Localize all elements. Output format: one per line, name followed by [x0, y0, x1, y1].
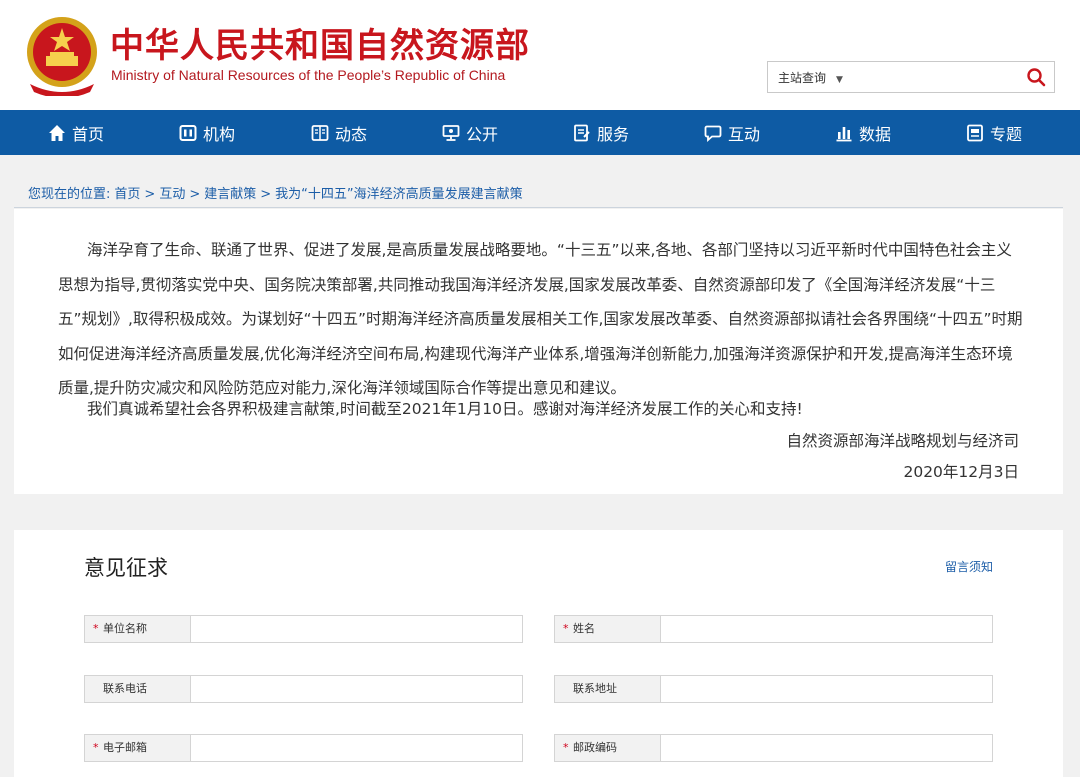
service-icon: [574, 124, 590, 141]
breadcrumb-separator: >: [189, 187, 201, 202]
article-paragraph-2: 我们真诚希望社会各界积极建言献策,时间截至2021年1月10日。感谢对海洋经济发…: [87, 400, 803, 418]
search-scope-label: 主站查询: [778, 71, 827, 85]
field-label: * 姓名: [555, 616, 661, 642]
nav-label: 互动: [728, 124, 761, 144]
field-label: * 单位名称: [85, 616, 191, 642]
field-label: * 电子邮箱: [85, 735, 191, 761]
org-icon: [179, 124, 197, 141]
breadcrumb-separator: >: [144, 187, 156, 202]
email-input[interactable]: [192, 735, 522, 761]
nav-item-interact[interactable]: 互动: [704, 110, 760, 155]
field-label: * 邮政编码: [555, 735, 661, 761]
required-mark: *: [563, 741, 569, 754]
nav-label: 首页: [72, 124, 105, 144]
nav-item-topic[interactable]: 专题: [966, 110, 1022, 155]
article-paragraph-1: 海洋孕育了生命、联通了世界、促进了发展,是高质量发展战略要地。“十三五”以来,各…: [58, 241, 1023, 397]
home-icon: [49, 124, 65, 141]
name-input[interactable]: [662, 616, 992, 642]
nav-item-data[interactable]: 数据: [835, 110, 891, 155]
field-label: 联系地址: [555, 676, 661, 702]
national-emblem-icon: [27, 17, 97, 96]
postcode-input[interactable]: [662, 735, 992, 761]
topic-icon: [967, 124, 983, 141]
field-address: 联系地址: [554, 675, 993, 703]
site-title-en: Ministry of Natural Resources of the Peo…: [111, 67, 506, 83]
breadcrumb-advice[interactable]: 建言献策: [204, 187, 256, 202]
news-icon: [311, 124, 329, 141]
search-box: 主站查询 ▼: [767, 61, 1055, 93]
field-label: 联系电话: [85, 676, 191, 702]
interact-icon: [704, 125, 722, 142]
field-name: * 姓名: [554, 615, 993, 643]
nav-label: 公开: [466, 124, 499, 144]
nav-item-service[interactable]: 服务: [573, 110, 629, 155]
nav-label: 服务: [597, 124, 630, 144]
nav-label: 数据: [859, 124, 892, 144]
notice-link[interactable]: 留言须知: [945, 558, 993, 575]
required-mark: *: [93, 622, 99, 635]
required-mark: *: [563, 622, 569, 635]
feedback-form: 意见征求 留言须知 * 单位名称 * 姓名 联系电话 联系地址 * 电子邮箱 * 邮政编…: [14, 530, 1063, 777]
article-date: 2020年12月3日: [903, 463, 1019, 481]
nav-item-news[interactable]: 动态: [311, 110, 367, 155]
main-nav: 首页 机构 动态 公开 服务 互动 数据 专题: [0, 110, 1080, 155]
article-card: 海洋孕育了生命、联通了世界、促进了发展,是高质量发展战略要地。“十三五”以来,各…: [14, 209, 1063, 494]
site-title-cn: 中华人民共和国自然资源部: [110, 26, 530, 66]
nav-item-public[interactable]: 公开: [442, 110, 498, 155]
field-phone: 联系电话: [84, 675, 523, 703]
search-scope-select[interactable]: 主站查询 ▼: [778, 69, 843, 86]
data-icon: [836, 126, 852, 141]
nav-item-org[interactable]: 机构: [179, 110, 235, 155]
required-mark: *: [93, 741, 99, 754]
site-header: 中华人民共和国自然资源部 Ministry of Natural Resourc…: [0, 0, 1080, 110]
field-email: * 电子邮箱: [84, 734, 523, 762]
nav-label: 动态: [335, 124, 368, 144]
org-name-input[interactable]: [192, 616, 522, 642]
search-input[interactable]: [868, 66, 1018, 88]
breadcrumb-current[interactable]: 我为“十四五”海洋经济高质量发展建言献策: [275, 187, 522, 202]
search-icon[interactable]: [1026, 67, 1046, 87]
field-postcode: * 邮政编码: [554, 734, 993, 762]
field-org-name: * 单位名称: [84, 615, 523, 643]
nav-label: 专题: [990, 124, 1023, 144]
breadcrumb-home[interactable]: 首页: [114, 187, 140, 202]
public-icon: [442, 124, 460, 141]
breadcrumb-interact[interactable]: 互动: [159, 187, 185, 202]
breadcrumb-prefix: 您现在的位置:: [28, 187, 111, 202]
nav-item-home[interactable]: 首页: [48, 110, 104, 155]
chevron-down-icon: ▼: [836, 75, 843, 85]
form-title: 意见征求: [84, 556, 168, 580]
breadcrumb: 您现在的位置: 首页 > 互动 > 建言献策 > 我为“十四五”海洋经济高质量发展建言献策: [14, 172, 1063, 208]
nav-label: 机构: [203, 124, 236, 144]
article-signature: 自然资源部海洋战略规划与经济司: [786, 432, 1019, 450]
phone-input[interactable]: [192, 676, 522, 702]
breadcrumb-separator: >: [260, 187, 272, 202]
address-input[interactable]: [662, 676, 992, 702]
